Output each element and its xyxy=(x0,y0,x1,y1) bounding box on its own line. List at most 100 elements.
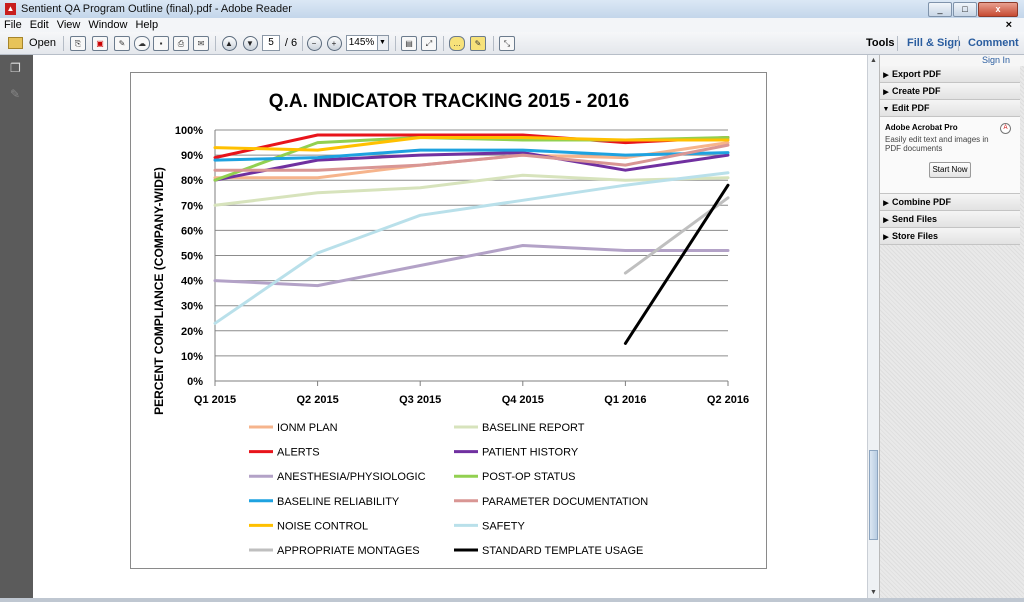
acrobat-icon: A xyxy=(1000,123,1011,134)
acrobat-pro-description: Easily edit text and images in PDF docum… xyxy=(885,135,989,153)
legend: IONM PLAN BASELINE REPORT ALERTS PATIENT HI… xyxy=(249,422,648,557)
full-screen-button[interactable]: ⤢ xyxy=(421,35,437,51)
combine-pdf-icon: ▣ xyxy=(92,35,108,51)
close-document-button[interactable]: × xyxy=(1002,18,1016,32)
cloud-upload-button[interactable]: ☁ xyxy=(134,35,150,51)
start-now-button[interactable]: Start Now xyxy=(929,162,971,178)
fill-sign-link[interactable]: Fill & Sign xyxy=(907,37,961,49)
triangle-right-icon: ▶ xyxy=(883,200,889,207)
y-tick-label: 50% xyxy=(181,251,203,263)
page-number-input[interactable]: 5 xyxy=(262,35,280,51)
gridlines xyxy=(214,129,729,386)
sign-in-bar: Sign In xyxy=(880,55,1024,66)
close-button[interactable]: x xyxy=(978,2,1018,17)
x-tick-label: Q2 2016 xyxy=(707,394,749,406)
export-pdf-section[interactable]: ▶ Export PDF xyxy=(880,66,1020,83)
qa-indicator-chart: Q.A. INDICATOR TRACKING 2015 - 2016 PERC… xyxy=(152,91,749,557)
triangle-down-icon: ▼ xyxy=(882,106,890,113)
series-line xyxy=(213,244,730,288)
x-tick-labels: Q1 2015 Q2 2015 Q3 2015 Q4 2015 Q1 2016 Q2 20… xyxy=(194,394,749,406)
toolbar: Open ⎘ ▣ ✎ ☁ ▪ ⎙ ✉ ▲ ▼ 5 / 6 − + 145% ▼ … xyxy=(0,32,1024,55)
menu-window[interactable]: Window xyxy=(84,18,131,32)
signature-pen-icon[interactable]: ✎ xyxy=(10,87,22,101)
save-button[interactable]: ▪ xyxy=(153,35,169,51)
tools-link[interactable]: Tools xyxy=(866,37,895,49)
expand-toolbar-button[interactable]: ⤡ xyxy=(499,35,515,51)
menu-view[interactable]: View xyxy=(53,18,85,32)
zoom-in-button[interactable]: + xyxy=(326,35,342,51)
y-tick-label: 0% xyxy=(187,376,203,388)
page-thumbnails-icon[interactable]: ❐ xyxy=(10,61,22,75)
y-tick-labels: 0% 10% 20% 30% 40% 50% 60% 70% 80% 90% 100% xyxy=(175,125,203,388)
comment-bubble-icon: … xyxy=(449,35,465,51)
next-page-button[interactable]: ▼ xyxy=(242,35,258,51)
edit-pdf-section[interactable]: ▼ Edit PDF xyxy=(880,100,1020,117)
export-pdf-label: Export PDF xyxy=(892,69,942,79)
minus-icon: − xyxy=(306,35,322,51)
triangle-right-icon: ▶ xyxy=(883,89,889,96)
send-files-section[interactable]: ▶ Send Files xyxy=(880,211,1020,228)
fit-page-button[interactable]: ▤ xyxy=(401,35,417,51)
zoom-select[interactable]: 145% ▼ xyxy=(345,35,389,51)
sign-in-link[interactable]: Sign In xyxy=(982,55,1010,65)
maximize-button[interactable]: □ xyxy=(953,2,977,17)
highlighter-icon: ✎ xyxy=(470,35,486,51)
y-tick-label: 70% xyxy=(181,200,203,212)
legend-label: POST-OP STATUS xyxy=(482,471,576,483)
combine-pdf-label: Combine PDF xyxy=(892,197,952,207)
email-button[interactable]: ✉ xyxy=(193,35,209,51)
combine-pdf-button[interactable]: ▣ xyxy=(92,35,108,51)
highlight-button[interactable]: ✎ xyxy=(470,35,486,51)
scroll-down-icon[interactable]: ▼ xyxy=(869,588,878,597)
x-tick-label: Q1 2015 xyxy=(194,394,236,406)
tools-pane: Sign In ▶ Export PDF ▶ Create PDF ▼ Edit PD… xyxy=(879,55,1024,602)
save-disk-icon: ▪ xyxy=(153,35,169,51)
store-files-label: Store Files xyxy=(892,231,939,241)
combine-pdf-section[interactable]: ▶ Combine PDF xyxy=(880,194,1020,211)
comment-link[interactable]: Comment xyxy=(968,37,1019,49)
y-tick-label: 100% xyxy=(175,125,203,137)
y-tick-label: 30% xyxy=(181,301,203,313)
triangle-right-icon: ▶ xyxy=(883,72,889,79)
previous-page-button[interactable]: ▲ xyxy=(221,35,237,51)
plus-icon: + xyxy=(326,35,342,51)
acrobat-pro-heading: Adobe Acrobat Pro xyxy=(885,123,958,132)
pdf-page: Q.A. INDICATOR TRACKING 2015 - 2016 PERC… xyxy=(130,72,767,569)
scroll-thumb[interactable] xyxy=(869,450,878,540)
navigation-panel: ❐ ✎ xyxy=(0,55,33,602)
store-files-section[interactable]: ▶ Store Files xyxy=(880,228,1020,245)
legend-label: IONM PLAN xyxy=(277,422,338,434)
menu-help[interactable]: Help xyxy=(131,18,162,32)
y-tick-label: 20% xyxy=(181,326,203,338)
zoom-out-button[interactable]: − xyxy=(306,35,322,51)
envelope-icon: ✉ xyxy=(193,35,209,51)
create-pdf-button[interactable]: ⎘ xyxy=(70,35,86,51)
legend-label: APPROPRIATE MONTAGES xyxy=(277,545,420,557)
x-tick-label: Q4 2015 xyxy=(502,394,544,406)
create-pdf-label: Create PDF xyxy=(892,86,941,96)
menu-file[interactable]: File xyxy=(0,18,26,32)
menu-edit[interactable]: Edit xyxy=(26,18,53,32)
adobe-reader-icon: ▲ xyxy=(5,3,16,15)
folder-icon xyxy=(8,37,24,49)
create-pdf-section[interactable]: ▶ Create PDF xyxy=(880,83,1020,100)
y-tick-label: 80% xyxy=(181,175,203,187)
y-tick-label: 40% xyxy=(181,276,203,288)
zoom-value: 145% xyxy=(345,35,378,51)
cloud-icon: ☁ xyxy=(134,35,150,51)
edit-pencil-icon: ✎ xyxy=(114,35,130,51)
minimize-button[interactable]: _ xyxy=(928,2,952,17)
legend-label: ALERTS xyxy=(277,447,320,459)
scroll-up-icon[interactable]: ▲ xyxy=(869,56,878,65)
x-tick-label: Q2 2015 xyxy=(296,394,338,406)
edit-pdf-button[interactable]: ✎ xyxy=(114,35,130,51)
legend-label: BASELINE RELIABILITY xyxy=(277,496,400,508)
legend-label: ANESTHESIA/PHYSIOLOGIC xyxy=(277,471,426,483)
legend-label: STANDARD TEMPLATE USAGE xyxy=(482,545,643,557)
sticky-note-button[interactable]: … xyxy=(449,35,465,51)
print-button[interactable]: ⎙ xyxy=(173,35,189,51)
vertical-scrollbar[interactable]: ▲ ▼ xyxy=(867,55,879,602)
edit-pdf-panel: Adobe Acrobat Pro A Easily edit text and… xyxy=(880,117,1020,194)
open-button[interactable]: Open xyxy=(8,35,56,51)
arrow-up-icon: ▲ xyxy=(221,35,237,51)
